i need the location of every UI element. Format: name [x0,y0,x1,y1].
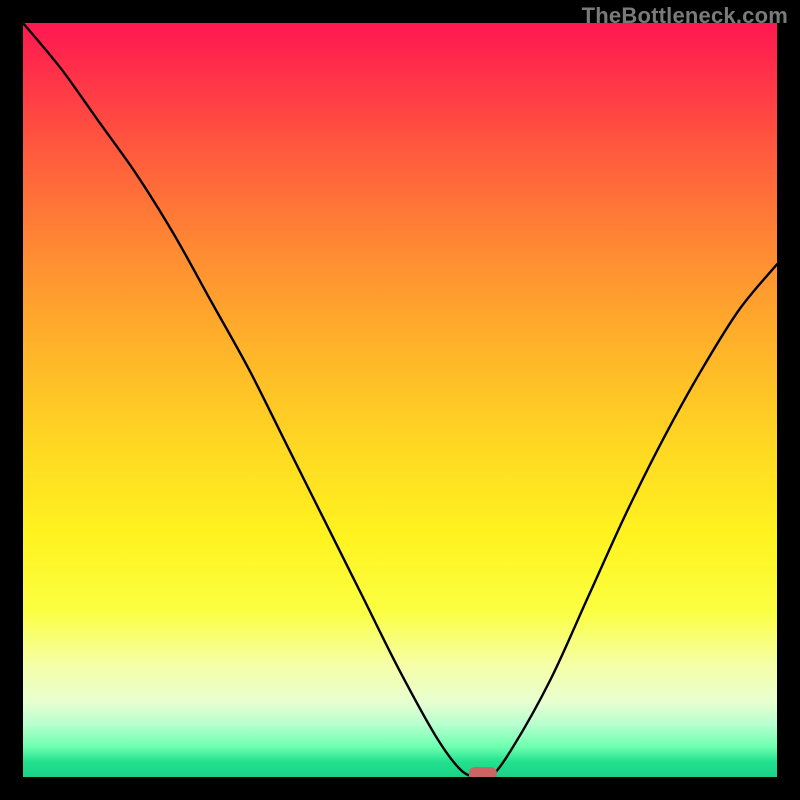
plot-area [23,23,777,777]
optimal-point-marker [469,767,497,777]
attribution-text: TheBottleneck.com [582,3,788,29]
chart-frame: TheBottleneck.com [0,0,800,800]
bottleneck-curve [23,23,777,777]
curve-layer [23,23,777,777]
